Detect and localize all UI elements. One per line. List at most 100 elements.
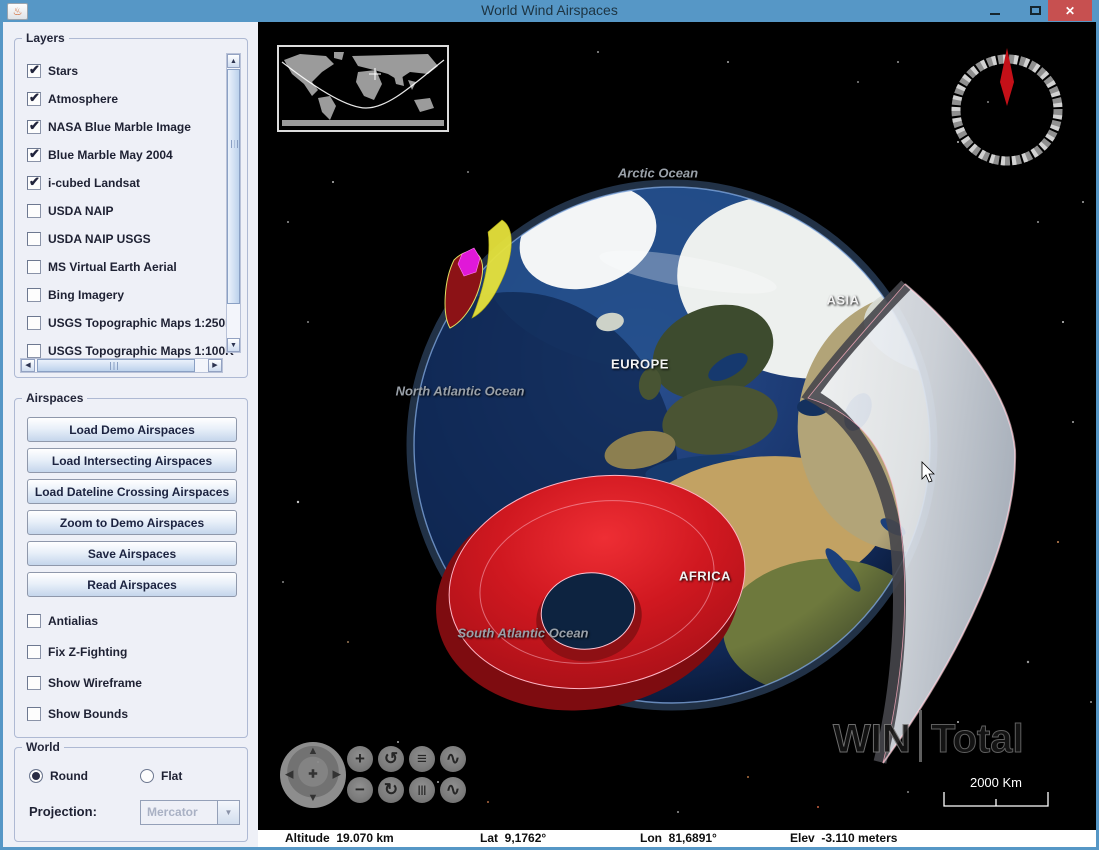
layer-row-atmosphere[interactable]: Atmosphere (27, 89, 118, 109)
layer-label: Blue Marble May 2004 (48, 148, 173, 162)
scrollbar-grip (110, 362, 118, 370)
pan-right-icon[interactable]: ▶ (333, 769, 341, 781)
layer-label: NASA Blue Marble Image (48, 120, 191, 134)
checkbox-icon[interactable] (27, 204, 41, 218)
checkbox-icon[interactable] (27, 344, 41, 358)
zoom-out-button[interactable]: − (347, 777, 373, 803)
option-row-fix-z-fighting[interactable]: Fix Z-Fighting (27, 642, 127, 662)
radio-icon[interactable] (140, 769, 154, 783)
svg-text:2000 Km: 2000 Km (970, 775, 1022, 790)
option-row-show-bounds[interactable]: Show Bounds (27, 704, 128, 724)
layer-label: USDA NAIP (48, 204, 114, 218)
load-dateline-crossing-airspaces-button[interactable]: Load Dateline Crossing Airspaces (27, 479, 237, 504)
layer-row-usgs-topo-250k[interactable]: USGS Topographic Maps 1:250K (27, 313, 234, 333)
globe-canvas[interactable]: WIN Total 2000 Km Arctic Ocean ASIA EURO… (258, 22, 1096, 847)
rotate-left-button[interactable]: ↺ (378, 746, 404, 772)
layer-row-usda-naip[interactable]: USDA NAIP (27, 201, 114, 221)
layers-horizontal-scrollbar[interactable]: ◀ ▶ (20, 358, 223, 373)
radio-flat[interactable]: Flat (140, 766, 182, 786)
svg-text:WIN: WIN (833, 717, 911, 761)
checkbox-icon[interactable] (27, 645, 41, 659)
minimize-button[interactable] (978, 0, 1012, 21)
scroll-up-icon[interactable]: ▲ (227, 54, 240, 68)
layer-label: MS Virtual Earth Aerial (48, 260, 177, 274)
scroll-right-icon[interactable]: ▶ (208, 359, 222, 372)
airspaces-group: Airspaces Load Demo Airspaces Load Inter… (14, 391, 248, 738)
radio-icon[interactable] (29, 769, 43, 783)
checkbox-icon[interactable] (27, 62, 41, 78)
maximize-button[interactable] (1018, 0, 1052, 21)
layer-label: USGS Topographic Maps 1:100K (48, 344, 234, 358)
scroll-down-icon[interactable]: ▼ (227, 338, 240, 352)
world-group: World Round Flat Projection: Mercator ▼ (14, 740, 248, 842)
checkbox-icon[interactable] (27, 288, 41, 302)
layer-row-icubed-landsat[interactable]: i-cubed Landsat (27, 173, 140, 193)
minimize-icon (990, 12, 1000, 15)
layer-row-ms-virtual-earth[interactable]: MS Virtual Earth Aerial (27, 257, 177, 277)
layers-vertical-scrollbar[interactable]: ▲ ▼ (226, 53, 241, 353)
load-demo-airspaces-button[interactable]: Load Demo Airspaces (27, 417, 237, 442)
label-asia: ASIA (826, 292, 860, 308)
layers-group: Layers Stars Atmosphere NASA Blue Marble… (14, 31, 248, 378)
pan-control[interactable]: ▲ ▼ ◀ ▶ ✚ (280, 742, 346, 808)
layer-label: Stars (48, 64, 79, 78)
status-longitude: Lon 81,6891° (640, 831, 717, 845)
scrollbar-grip (231, 140, 238, 148)
checkbox-icon[interactable] (27, 118, 41, 134)
close-button[interactable]: ✕ (1048, 0, 1092, 21)
read-airspaces-button[interactable]: Read Airspaces (27, 572, 237, 597)
radio-label: Round (50, 769, 88, 783)
layer-row-bing-imagery[interactable]: Bing Imagery (27, 285, 124, 305)
checkbox-icon[interactable] (27, 707, 41, 721)
zoom-to-demo-airspaces-button[interactable]: Zoom to Demo Airspaces (27, 510, 237, 535)
svg-text:Total: Total (931, 717, 1024, 761)
load-intersecting-airspaces-button[interactable]: Load Intersecting Airspaces (27, 448, 237, 473)
title-bar[interactable]: ♨ World Wind Airspaces ✕ (0, 0, 1099, 22)
label-north-atlantic-ocean: North Atlantic Ocean (395, 383, 525, 399)
checkbox-icon[interactable] (27, 146, 41, 162)
checkbox-icon[interactable] (27, 232, 41, 246)
checkbox-icon[interactable] (27, 676, 41, 690)
globe-scene: WIN Total 2000 Km (277, 45, 1092, 813)
save-airspaces-button[interactable]: Save Airspaces (27, 541, 237, 566)
tilt-button[interactable]: ≡ (409, 746, 435, 772)
scrollbar-thumb[interactable] (227, 69, 240, 304)
pan-down-icon[interactable]: ▼ (308, 793, 319, 804)
world-map-inset[interactable] (277, 45, 449, 132)
label-south-atlantic-ocean: South Atlantic Ocean (457, 625, 589, 641)
label-europe: EUROPE (611, 356, 669, 372)
status-latitude: Lat 9,1762° (480, 831, 547, 845)
checkbox-icon[interactable] (27, 90, 41, 106)
layer-row-blue-marble-2004[interactable]: Blue Marble May 2004 (27, 145, 173, 165)
scroll-left-icon[interactable]: ◀ (21, 359, 35, 372)
checkbox-icon[interactable] (27, 316, 41, 330)
scrollbar-thumb[interactable] (37, 359, 195, 372)
checkbox-icon[interactable] (27, 174, 41, 190)
layer-row-stars[interactable]: Stars (27, 61, 78, 81)
airspaces-group-title: Airspaces (22, 391, 88, 405)
checkbox-icon[interactable] (27, 260, 41, 274)
option-row-antialias[interactable]: Antialias (27, 611, 98, 631)
layer-row-usda-naip-usgs[interactable]: USDA NAIP USGS (27, 229, 151, 249)
pan-center-icon: ✚ (308, 768, 318, 781)
elevation-up-button[interactable]: ∿ (440, 746, 466, 772)
layer-label: USGS Topographic Maps 1:250K (48, 316, 234, 330)
pan-up-icon[interactable]: ▲ (308, 746, 319, 757)
maximize-icon (1029, 6, 1041, 15)
layer-row-nasa-blue-marble[interactable]: NASA Blue Marble Image (27, 117, 191, 137)
elevation-down-button[interactable]: ∿ (440, 777, 466, 803)
zoom-in-button[interactable]: + (347, 746, 373, 772)
rotate-right-button[interactable]: ↻ (378, 777, 404, 803)
pitch-button[interactable]: ||| (409, 777, 435, 803)
pan-left-icon[interactable]: ◀ (285, 769, 293, 781)
watermark: WIN Total (833, 710, 1024, 762)
projection-label: Projection: (29, 804, 97, 819)
projection-combobox[interactable]: Mercator ▼ (140, 800, 240, 825)
projection-value: Mercator (147, 805, 198, 819)
option-label: Show Wireframe (48, 676, 142, 690)
compass[interactable] (951, 48, 1063, 166)
checkbox-icon[interactable] (27, 614, 41, 628)
radio-round[interactable]: Round (29, 766, 88, 786)
chevron-down-icon[interactable]: ▼ (217, 801, 239, 824)
option-row-show-wireframe[interactable]: Show Wireframe (27, 673, 142, 693)
